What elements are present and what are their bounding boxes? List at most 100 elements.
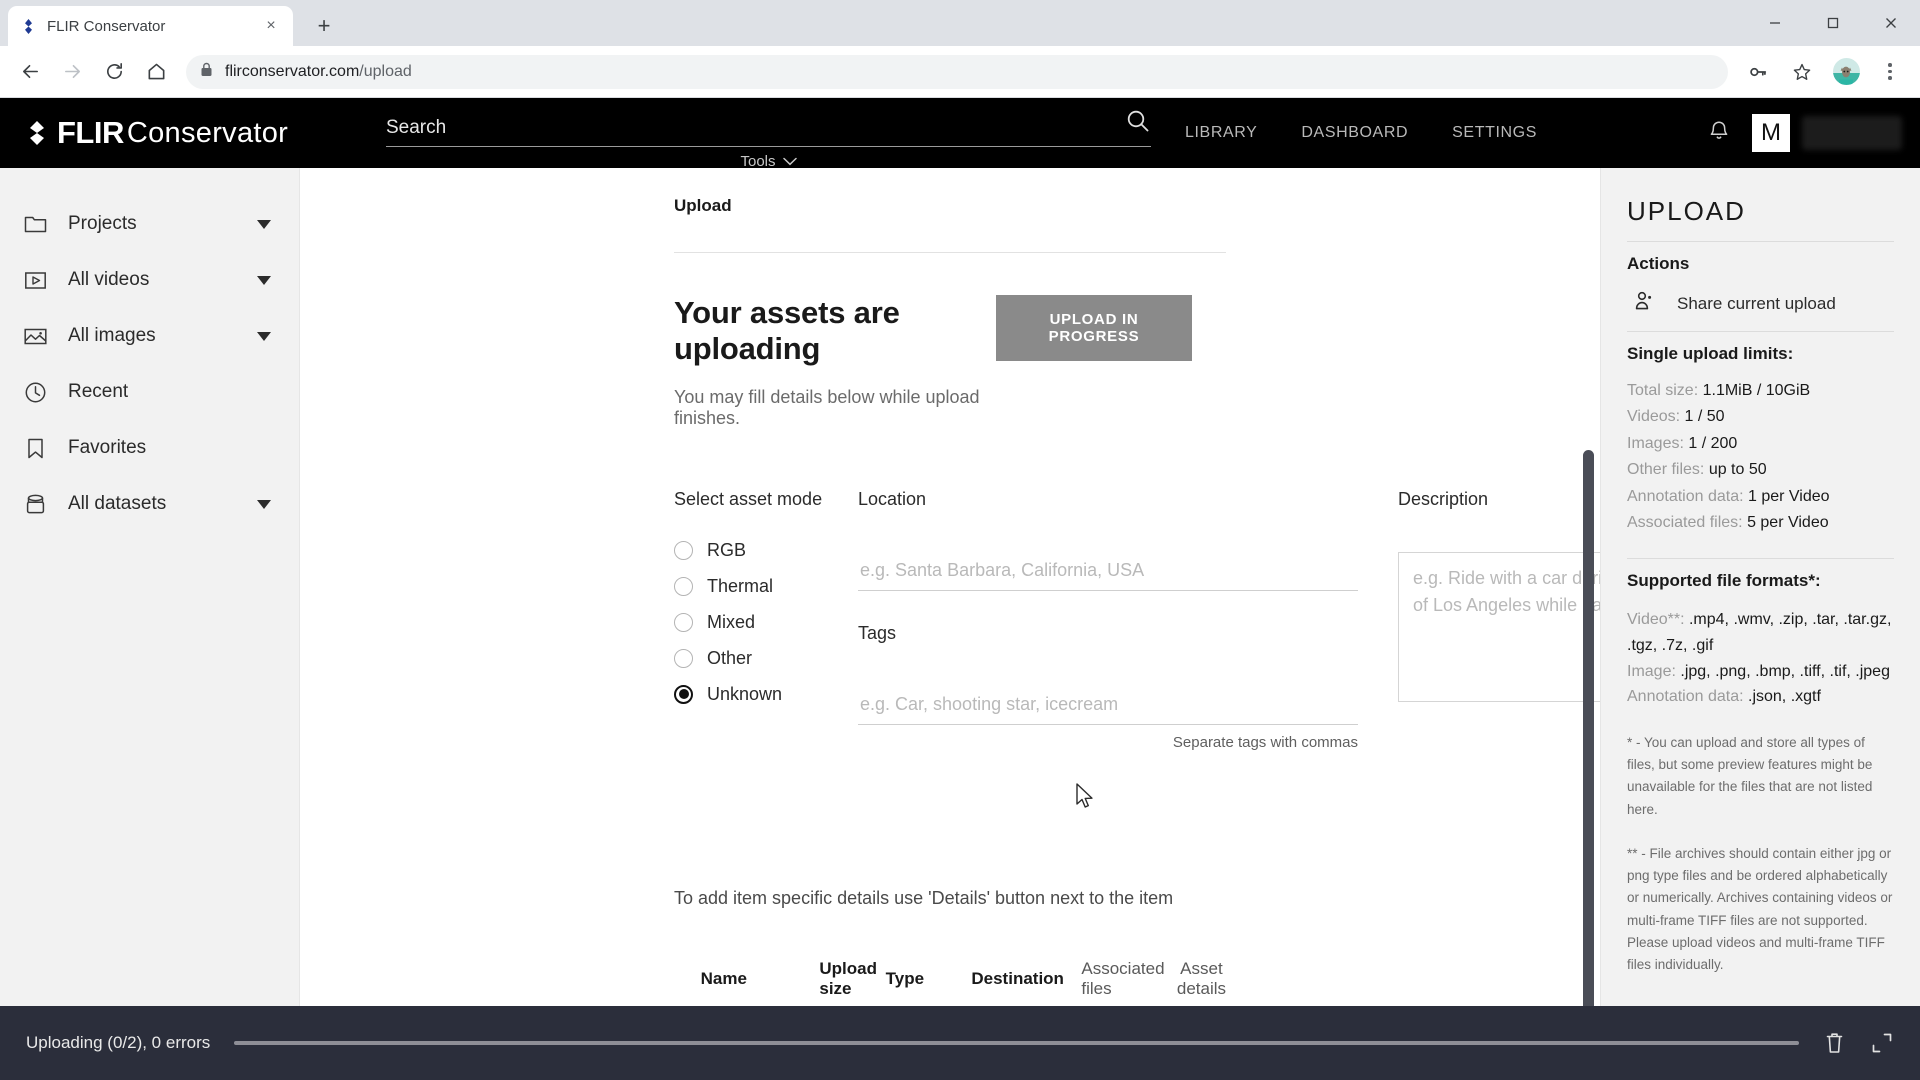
radio-label: Thermal xyxy=(707,575,774,596)
description-textarea[interactable] xyxy=(1398,552,1600,702)
limit-value: 1 per Video xyxy=(1748,487,1830,505)
toolbar-right-actions xyxy=(1738,52,1910,92)
chevron-down-icon[interactable] xyxy=(257,219,271,229)
user-name-redacted xyxy=(1802,116,1902,150)
formats-title: Supported file formats*: xyxy=(1627,571,1821,591)
url-text: flirconservator.com/upload xyxy=(225,63,412,81)
close-icon[interactable] xyxy=(1862,0,1920,46)
trash-icon[interactable] xyxy=(1823,1030,1846,1056)
radio-dot xyxy=(674,612,693,632)
sidebar-item-projects[interactable]: Projects xyxy=(0,196,299,252)
radio-rgb[interactable]: RGB xyxy=(674,532,858,568)
chevron-down-icon[interactable] xyxy=(257,275,271,285)
format-key: Video**: xyxy=(1627,611,1685,629)
asset-mode-label: Select asset mode xyxy=(674,489,823,509)
radio-other[interactable]: Other xyxy=(674,640,858,676)
limits-list: Total size: 1.1MiB / 10GiB Videos: 1 / 5… xyxy=(1627,378,1894,536)
share-current-upload-label: Share current upload xyxy=(1677,293,1836,313)
lock-icon xyxy=(200,62,213,82)
tags-input[interactable] xyxy=(858,686,1358,725)
tab-strip: FLIR Conservator × + xyxy=(0,0,1920,46)
sidebar-item-all-images[interactable]: All images xyxy=(0,308,299,364)
footnote-single-asterisk: * - You can upload and store all types o… xyxy=(1627,734,1873,817)
upload-status-bar: Uploading (0/2), 0 errors xyxy=(0,1006,1920,1080)
minimize-icon[interactable] xyxy=(1746,0,1804,46)
location-input[interactable] xyxy=(858,552,1358,591)
sidebar-item-label: Recent xyxy=(68,381,129,402)
brand-logo[interactable]: FLIR Conservator xyxy=(0,115,288,151)
key-icon[interactable] xyxy=(1738,52,1778,92)
nav-settings[interactable]: SETTINGS xyxy=(1452,124,1537,142)
bell-icon[interactable] xyxy=(1708,119,1730,148)
sidebar-item-label: All videos xyxy=(68,269,150,290)
search-area: Search Tools xyxy=(386,108,1151,170)
sidebar-item-label: All images xyxy=(68,325,156,346)
nav-library[interactable]: LIBRARY xyxy=(1185,124,1257,142)
radio-dot xyxy=(674,648,693,668)
radio-unknown[interactable]: Unknown xyxy=(674,676,858,712)
profile-avatar-icon[interactable] xyxy=(1826,52,1866,92)
limits-title: Single upload limits: xyxy=(1627,344,1794,363)
chevron-down-icon[interactable] xyxy=(257,499,271,509)
limit-key: Other files: xyxy=(1627,461,1705,479)
share-current-upload-button[interactable]: Share current upload xyxy=(1633,290,1894,317)
sidebar-item-favorites[interactable]: Favorites xyxy=(0,420,299,476)
limit-row: Annotation data: 1 per Video xyxy=(1627,484,1894,510)
upload-in-progress-button[interactable]: UPLOAD IN PROGRESS xyxy=(995,295,1192,361)
radio-dot xyxy=(674,540,693,560)
format-key: Image: xyxy=(1627,662,1676,680)
upload-status-text: Uploading (0/2), 0 errors xyxy=(26,1033,211,1052)
limit-row: Other files: up to 50 xyxy=(1627,457,1894,483)
asset-mode-options: RGB Thermal Mixed Other Unknown xyxy=(674,532,858,712)
reload-icon[interactable] xyxy=(94,52,134,92)
tags-label: Tags xyxy=(858,623,897,643)
limit-key: Associated files: xyxy=(1627,513,1743,531)
three-dot-menu-icon[interactable] xyxy=(1870,52,1910,92)
forward-arrow-icon[interactable] xyxy=(52,52,92,92)
close-icon[interactable]: × xyxy=(261,16,281,36)
brand-primary: FLIR xyxy=(57,115,124,150)
right-panel-title: UPLOAD xyxy=(1627,196,1746,226)
address-bar[interactable]: flirconservator.com/upload xyxy=(186,54,1728,89)
radio-label: Unknown xyxy=(707,683,783,704)
sidebar-item-recent[interactable]: Recent xyxy=(0,364,299,420)
image-icon xyxy=(22,323,48,349)
divider xyxy=(1627,241,1894,242)
limit-value: 1.1MiB / 10GiB xyxy=(1702,382,1811,399)
clock-icon xyxy=(22,379,48,405)
browser-tab[interactable]: FLIR Conservator × xyxy=(8,6,293,46)
right-sidebar: UPLOAD Actions Share current upload Sing… xyxy=(1600,168,1920,1080)
search-input[interactable]: Search xyxy=(386,108,1151,147)
bookmark-icon xyxy=(22,435,48,461)
limit-key: Images: xyxy=(1627,434,1684,452)
location-label: Location xyxy=(858,489,927,509)
search-placeholder: Search xyxy=(386,117,447,138)
url-domain: flirconservator.com xyxy=(225,62,360,80)
sidebar-item-all-datasets[interactable]: All datasets xyxy=(0,476,299,532)
save-row: SAVE xyxy=(1398,779,1600,836)
expand-icon[interactable] xyxy=(1870,1031,1894,1055)
tags-hint: Separate tags with commas xyxy=(1172,734,1358,751)
details-note: To add item specific details use 'Detail… xyxy=(674,888,1174,908)
search-icon[interactable] xyxy=(1125,108,1151,139)
radio-dot-selected xyxy=(674,684,693,704)
content-scrollbar[interactable] xyxy=(1583,450,1594,1080)
breadcrumb: Upload xyxy=(674,196,732,215)
chevron-down-icon[interactable] xyxy=(257,331,271,341)
back-arrow-icon[interactable] xyxy=(10,52,50,92)
new-tab-button[interactable]: + xyxy=(307,9,341,43)
avatar[interactable]: M xyxy=(1752,114,1790,152)
nav-dashboard[interactable]: DASHBOARD xyxy=(1301,124,1408,142)
sidebar-item-all-videos[interactable]: All videos xyxy=(0,252,299,308)
flir-logo-icon xyxy=(22,118,54,148)
tab-title: FLIR Conservator xyxy=(47,17,166,35)
star-icon[interactable] xyxy=(1782,52,1822,92)
radio-thermal[interactable]: Thermal xyxy=(674,568,858,604)
radio-mixed[interactable]: Mixed xyxy=(674,604,858,640)
database-icon xyxy=(22,491,48,517)
video-icon xyxy=(22,267,48,293)
maximize-icon[interactable] xyxy=(1804,0,1862,46)
main-content: Upload Your assets are uploading You may… xyxy=(300,168,1600,1080)
format-row: Annotation data: .json, .xgtf xyxy=(1627,684,1894,710)
home-icon[interactable] xyxy=(136,52,176,92)
